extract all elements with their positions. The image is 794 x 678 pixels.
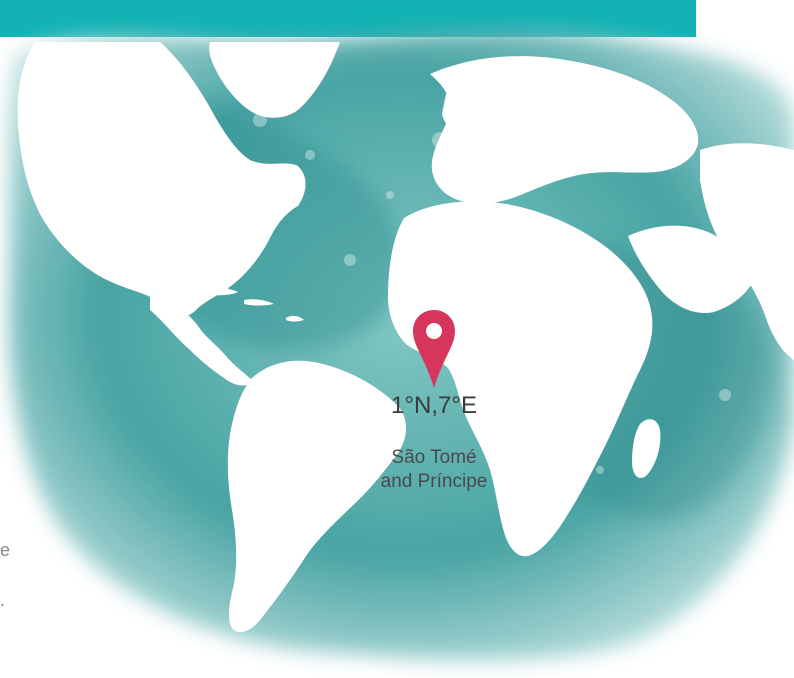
place-name-line-2: and Príncipe (380, 471, 488, 492)
place-name: São Tomé and Príncipe (320, 446, 548, 494)
coordinates-label: 1°N,7°E (391, 392, 477, 419)
edge-text-1: e (0, 540, 11, 560)
place-name-line-1: São Tomé (391, 447, 477, 468)
map-pin-icon[interactable] (411, 308, 457, 390)
edge-text-2: . (0, 590, 6, 610)
world-map (9, 30, 794, 660)
